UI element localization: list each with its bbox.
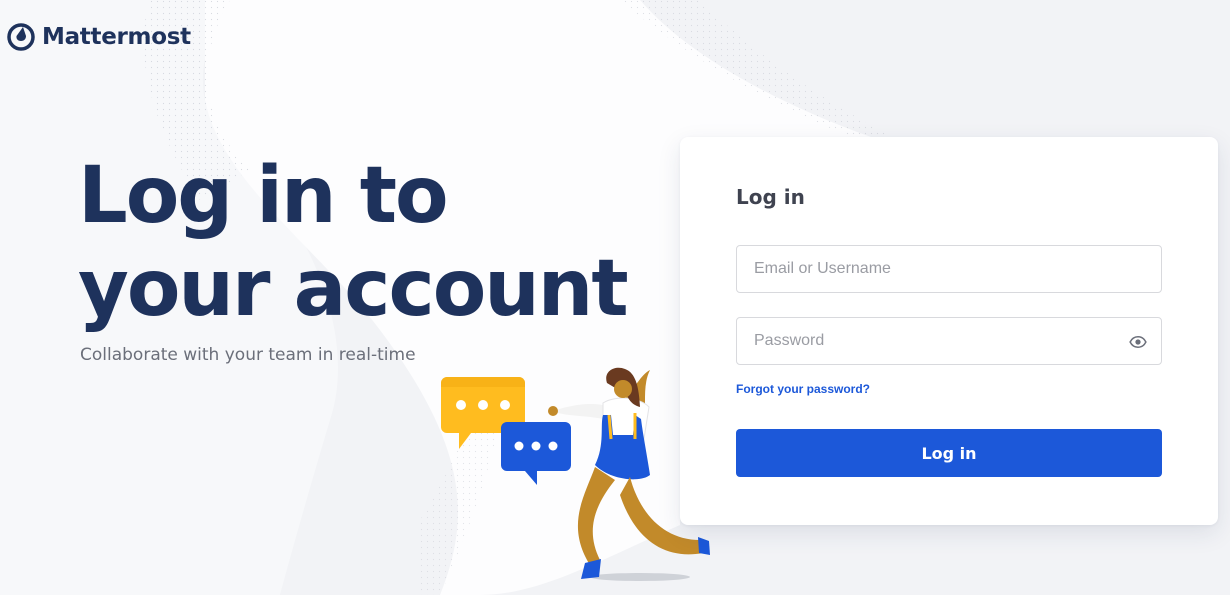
login-button[interactable]: Log in (736, 429, 1162, 477)
page-title: Log in to your account (78, 150, 629, 336)
page-title-line-1: Log in to (78, 151, 449, 241)
brand-name: Mattermost (42, 24, 191, 50)
email-field-wrapper (736, 245, 1162, 293)
mattermost-logo-icon (7, 23, 35, 51)
page-title-line-2: your account (78, 244, 629, 334)
forgot-password-link[interactable]: Forgot your password? (736, 382, 870, 396)
email-username-input[interactable] (737, 246, 1161, 292)
login-card-title: Log in (736, 185, 805, 209)
eye-icon[interactable] (1129, 333, 1147, 351)
password-input[interactable] (737, 318, 1161, 364)
brand-header: Mattermost (6, 22, 191, 52)
password-field-wrapper (736, 317, 1162, 365)
page-subtitle: Collaborate with your team in real-time (80, 345, 416, 365)
speech-bubble-blue-icon (501, 422, 571, 485)
login-card: Log in Forgot your password? Log in (680, 137, 1218, 525)
